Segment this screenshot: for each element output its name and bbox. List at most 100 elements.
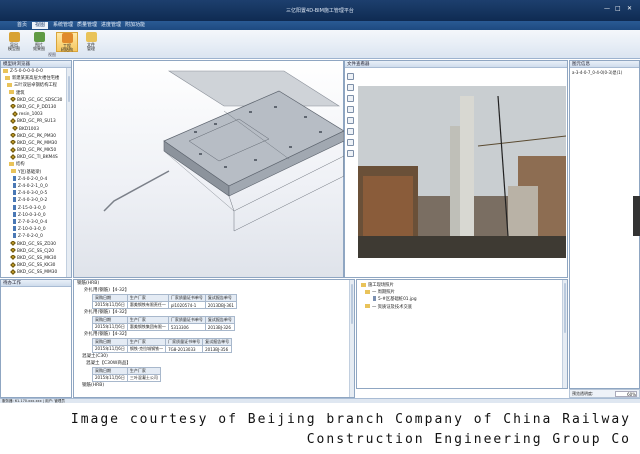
export-model-button[interactable]: 导出 模型图 (3, 32, 25, 52)
element-icon (10, 240, 16, 246)
tree-item[interactable]: BKD_GC_SS_CJ20 (1, 247, 71, 255)
table-header-cell: 复试报告单号 (204, 316, 235, 324)
fit-icon[interactable] (347, 128, 354, 135)
menu-quality[interactable]: 质量管理 (74, 22, 100, 29)
status-left: 服务器: 61.170.xxx.xxx | 用户: 管理员 (2, 399, 65, 403)
title-bar: 三亿阳置4D-BIM施工管理平台 — □ ✕ (0, 0, 640, 21)
tree-item[interactable]: Z-5-0-0-0-0-0-0 (1, 68, 71, 75)
zoom-out-icon[interactable] (347, 106, 354, 113)
viewer-tool-strip (346, 71, 356, 211)
tree-item-label: BKD_GC_TI_BKM4S (17, 155, 58, 161)
minimize-button[interactable]: — (604, 5, 610, 12)
tree-item-label: 结构 (16, 162, 25, 168)
tree-item-label: Z-4-0-2-1_0_0 (18, 184, 48, 189)
opacity-value[interactable]: 60% (615, 391, 637, 397)
menu-system[interactable]: 系统管理 (50, 22, 76, 29)
element-icon (10, 139, 16, 146)
table-cell: 钢铁·克拉城钢铁一 (126, 345, 167, 353)
table-row[interactable]: 2015年11月6日 惠美钢铁有限责任一 pl1020574-1 2013DBJ-36… (92, 301, 237, 309)
tree-item[interactable]: 三叶双层卓钢结构工程 (1, 82, 71, 89)
image-file-icon (373, 296, 376, 302)
menu-extra[interactable]: 附加功能 (122, 22, 148, 29)
tree-item[interactable]: BKD_GC_SS_KK30 (1, 262, 71, 269)
tree-item[interactable]: Z-10-0-3-0_0 (1, 211, 71, 219)
tree-item[interactable]: 建筑 (1, 90, 71, 97)
tree-icon (61, 33, 73, 43)
tree-item[interactable]: Z-15-0-3-0_0 (1, 204, 71, 212)
element-icon (10, 247, 16, 254)
table-header-cell: 生产厂家 (126, 294, 169, 302)
tree-item[interactable]: BKD_GC_PK_MK50 (1, 147, 71, 154)
photos-scrollbar[interactable] (562, 280, 567, 388)
search-icon[interactable] (347, 150, 354, 157)
tree-item[interactable]: BKD_GC_SS_MM30 (1, 269, 71, 276)
model-tree-title: 模型树浏览器 (1, 61, 71, 68)
tree-item[interactable]: 结构 (1, 161, 71, 168)
tree-item[interactable]: BKD_GC_PK_MM30 (1, 139, 71, 147)
photo-item[interactable]: 5-#区基础桩01.jpg (357, 296, 567, 303)
tree-item[interactable]: Z-7-0-3-0_0-4 (1, 218, 71, 226)
tree-item[interactable]: Z-4-0-2-0_0-4 (1, 175, 71, 183)
photos-root[interactable]: 施工现场照片 (357, 282, 567, 289)
maximize-button[interactable]: □ (615, 5, 621, 12)
menu-progress[interactable]: 进度管理 (98, 22, 124, 29)
tree-item-label: Z-10-0-3-0_0 (18, 212, 46, 218)
render-image-button[interactable]: 图片 效果图 (28, 32, 50, 52)
hand-tool-icon[interactable] (347, 84, 354, 91)
opacity-control[interactable]: 预览透明度: 60% (569, 389, 640, 398)
tree-item-label: BKD_GC_PK_MK50 (17, 148, 57, 154)
photos-folder[interactable]: 一 周期照片 (357, 289, 567, 296)
table-cell: 7G8-2013033 (165, 345, 204, 353)
tree-item[interactable]: BKD_GC_SS_MK30 (1, 254, 71, 262)
tree-item[interactable]: Z-4-0-3-0_0-2 (1, 197, 71, 204)
project-tree-button[interactable]: 工程 树结构 (56, 32, 78, 52)
model-tree[interactable]: Z-5-0-0-0-0-0-0 新建某某高层大楼住宅楼 三叶双层卓钢结构工程 建筑 BK… (1, 68, 71, 276)
tree-item[interactable]: BKD_GC_TI_BKM4S (1, 154, 71, 161)
model-viewport[interactable] (73, 60, 345, 279)
tree-item-label: Z-15-0-3-0_0 (18, 205, 46, 211)
pointer-tool-icon[interactable] (347, 73, 354, 80)
credit-line-2: Construction Engineering Group Co (306, 432, 631, 447)
table-cell: pl1020574-1 (167, 301, 206, 309)
tree-item-label: 三叶双层卓钢结构工程 (14, 83, 57, 89)
tree-item[interactable]: resin_1003 (1, 111, 71, 118)
tree-item[interactable]: Z-7-0-2-0_0 (1, 233, 71, 240)
table-row[interactable]: 2015年11月6日 三叶混凝土公司 (92, 374, 161, 382)
pile-icon (13, 183, 16, 188)
tree-item[interactable]: Z-10-0-3-0_0 (1, 226, 71, 233)
close-button[interactable]: ✕ (627, 5, 632, 12)
materials-scrollbar[interactable] (349, 280, 354, 397)
photos-footer-folder[interactable]: 一 资质证及技术交底 (357, 304, 567, 311)
concrete-cell-date: 2015年11月6日 (92, 374, 128, 382)
tree-item[interactable]: 新建某某高层大楼住宅楼 (1, 75, 71, 82)
tree-item-label: BKD_GC_SS_KK30 (17, 263, 56, 269)
table-row[interactable]: 2015年11月6日 钢铁·克拉城钢铁一 7G8-2013033 2013BJ-356 (92, 345, 233, 353)
measure-icon[interactable] (347, 139, 354, 146)
tree-item[interactable]: BKD_GC_SS_ZD30 (1, 240, 71, 248)
zoom-in-icon[interactable] (347, 95, 354, 102)
model-tree-scrollbar[interactable] (66, 68, 71, 277)
tree-item[interactable]: BKD_GC_GC_SDSC30 (1, 96, 71, 104)
side-panel-tab[interactable] (633, 196, 640, 236)
file-manager-button[interactable]: 文件 管理 (80, 32, 102, 52)
tree-item[interactable]: BKD_GC_PK_PM30 (1, 132, 71, 140)
table-row[interactable]: 2015年11月6日 惠美钢铁集团有限一 5313306 2013BJ-326 (92, 323, 235, 331)
tree-item[interactable]: Y区(基础梁) (1, 169, 71, 176)
menu-view[interactable]: 视图 (32, 22, 49, 29)
tree-item[interactable]: BKD1003 (1, 125, 71, 133)
tree-item[interactable]: Z-4-0-3-0_0-5 (1, 190, 71, 197)
tree-item[interactable]: BKD_GC_PR_SU13 (1, 118, 71, 125)
opacity-label: 预览透明度: (572, 391, 594, 396)
material-group-title: 外扎用(钢筋)【4-32】 (84, 332, 130, 337)
building-model[interactable] (74, 61, 345, 279)
photos-pane: 施工现场照片 一 周期照片 5-#区基础桩01.jpg5-#区基础桩02.jpg… (356, 279, 568, 389)
window-title: 三亿阳置4D-BIM施工管理平台 (286, 8, 354, 14)
menu-home[interactable]: 首页 (14, 22, 30, 29)
rotate-icon[interactable] (347, 117, 354, 124)
table-cell: 5313306 (167, 323, 206, 331)
tree-item-label: Z-5-0-0-0-0-0-0 (10, 69, 43, 74)
tree-item[interactable]: BKD_GC_P_DD130 (1, 103, 71, 111)
credit-line-1: Image courtesy of Beijing branch Company… (70, 412, 631, 427)
tree-item-label: Z-4-0-3-0_0-2 (18, 198, 48, 204)
tree-item[interactable]: Z-4-0-2-1_0_0 (1, 183, 71, 190)
